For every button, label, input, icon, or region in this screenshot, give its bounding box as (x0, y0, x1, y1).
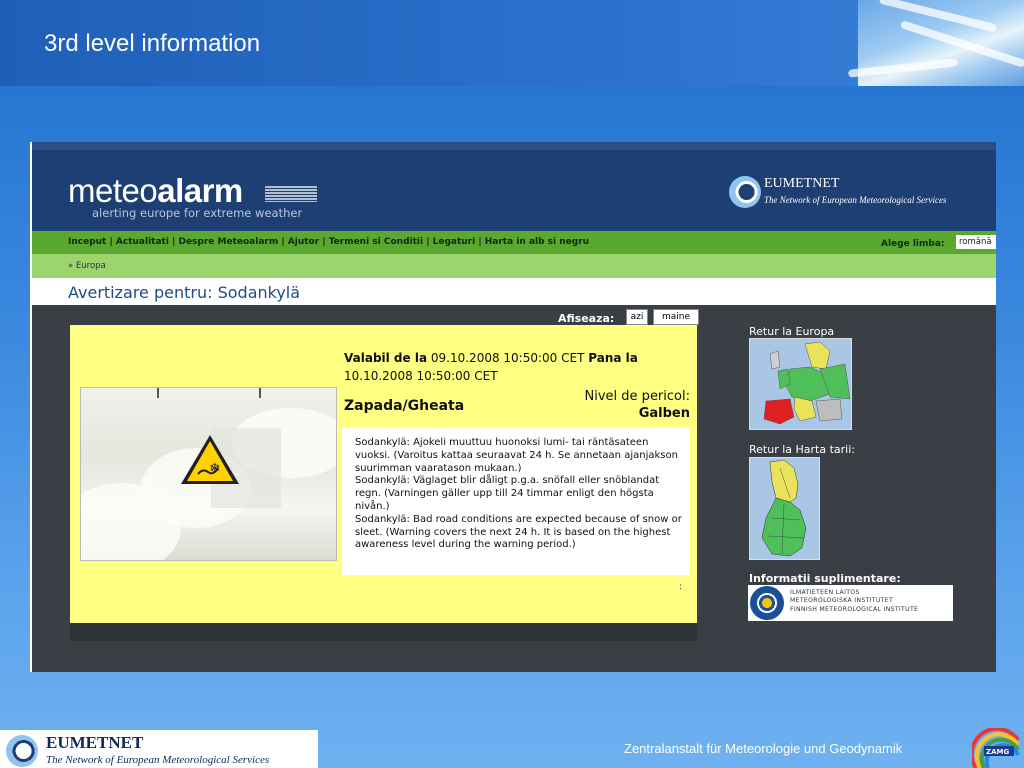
language-select[interactable]: română (956, 235, 996, 249)
fmi-text: ILMATIETEEN LAITOS METEOROLOGISKA INSTIT… (790, 589, 918, 614)
tab-today-button[interactable]: azi (626, 309, 648, 325)
cloud-streak (847, 58, 959, 78)
validity-text: Valabil de la 09.10.2008 10:50:00 CET Pa… (344, 349, 674, 385)
sky-photo (847, 0, 1024, 86)
eumetnet-logo-icon[interactable] (729, 176, 761, 208)
valid-from-value: 09.10.2008 10:50:00 CET (430, 351, 585, 365)
fmi-line-1: ILMATIETEEN LAITOS (790, 589, 860, 596)
footer-eumetnet-logo: EUMETNET The Network of European Meteoro… (0, 730, 318, 768)
europe-map-graphic (750, 339, 851, 429)
cloud-streak (878, 0, 998, 33)
danger-level-label: Nivel de pericol: (584, 389, 690, 404)
danger-level: Nivel de pericol: Galben (550, 388, 690, 422)
tab-tomorrow-button[interactable]: maine (653, 309, 699, 325)
main-nav: Inceput | Actualitati | Despre Meteoalar… (32, 231, 996, 254)
warning-panel-footer (70, 623, 697, 641)
footer-eumetnet-subtitle: The Network of European Meteorological S… (46, 754, 270, 766)
description-swedish: Sodankylä: Väglaget blir dåligt p.g.a. s… (355, 475, 660, 512)
description-english: Sodankylä: Bad road conditions are expec… (355, 513, 682, 551)
footer-eumetnet-name: EUMETNET (46, 733, 144, 752)
breadcrumb: » Europa (32, 254, 996, 278)
hazard-type: Zapada/Gheata (344, 398, 465, 414)
description-finnish: Sodankylä: Ajokeli muuttuu huonoksi lumi… (355, 437, 678, 474)
show-label: Afiseaza: (558, 312, 615, 325)
meteoalarm-logo[interactable]: meteoalarm (68, 172, 243, 210)
finland-map[interactable] (749, 457, 820, 560)
eumetnet-name[interactable]: EUMETNET (764, 176, 839, 192)
valid-from-label: Valabil de la (344, 351, 428, 365)
website-screenshot: meteoalarm alerting europe for extreme w… (30, 142, 996, 672)
eumetnet-footer-icon (6, 735, 38, 767)
footer-zamg-text: Zentralanstalt für Meteorologie und Geod… (624, 741, 903, 756)
trailing-mark: : (679, 582, 683, 592)
logo-bars-icon (265, 186, 317, 202)
finland-map-graphic (750, 458, 819, 559)
logo-light-text: meteo (68, 172, 158, 209)
language-label: Alege limba: (881, 239, 945, 249)
fmi-logo-icon (750, 586, 784, 620)
screenshot-border (30, 142, 32, 672)
more-info-label: Informatii suplimentare: (749, 572, 901, 585)
page-title: Avertizare pentru: Sodankylä (68, 283, 301, 302)
snow-ice-warning-icon: ❄ (181, 435, 239, 484)
breadcrumb-europa-link[interactable]: » Europa (68, 261, 106, 271)
fmi-line-3: FINNISH METEOROLOGICAL INSTITUTE (790, 605, 919, 613)
pole (157, 388, 159, 398)
zamg-logo-text: ZAMG (986, 748, 1009, 756)
return-europe-link[interactable]: Retur la Europa (749, 325, 834, 338)
warning-description: Sodankylä: Ajokeli muuttuu huonoksi lumi… (342, 428, 690, 575)
return-country-link[interactable]: Retur la Harta tarii: (749, 443, 855, 456)
nav-links[interactable]: Inceput | Actualitati | Despre Meteoalar… (68, 237, 589, 247)
svg-text:❄: ❄ (209, 461, 221, 477)
more-info-heading: Informatii suplimentare: (749, 572, 901, 585)
header-strip (32, 142, 996, 150)
danger-level-value: Galben (638, 406, 690, 421)
valid-to-label: Pana la (588, 351, 638, 365)
valid-to-value: 10.10.2008 10:50:00 CET (344, 369, 498, 383)
logo-bold-text: alarm (157, 172, 243, 209)
slide-title: 3rd level information (44, 30, 261, 57)
logo-tagline: alerting europe for extreme weather (92, 206, 303, 220)
site-header: meteoalarm alerting europe for extreme w… (32, 142, 996, 231)
europe-map[interactable] (749, 338, 852, 430)
fmi-link[interactable]: ILMATIETEEN LAITOS METEOROLOGISKA INSTIT… (748, 585, 953, 621)
cloud-streak (899, 20, 1024, 68)
eumetnet-subtitle: The Network of European Meteorological S… (764, 195, 947, 205)
zamg-rainbow-logo-icon: ZAMG (972, 728, 1020, 768)
fmi-line-2: METEOROLOGISKA INSTITUTET (790, 597, 894, 605)
page-title-bar: Avertizare pentru: Sodankylä (32, 278, 996, 305)
pole (259, 388, 261, 398)
